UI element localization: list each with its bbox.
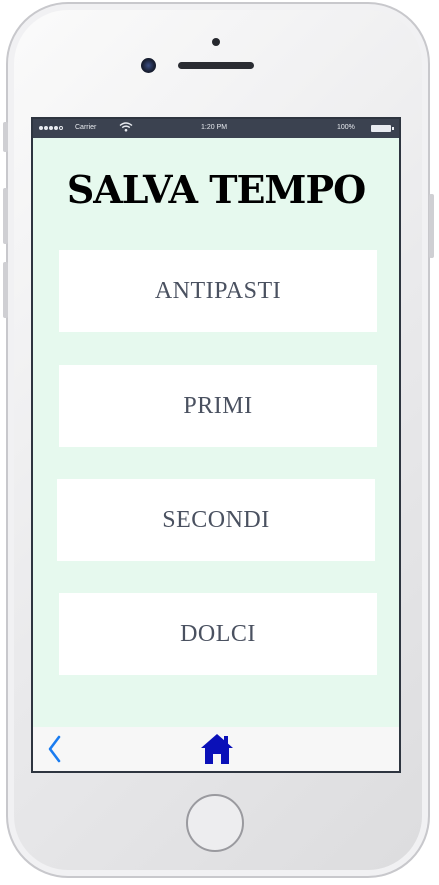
- proximity-sensor: [212, 38, 220, 46]
- primi-button[interactable]: PRIMI: [59, 365, 377, 447]
- battery-percentage: 100%: [337, 124, 355, 131]
- status-bar: Carrier 1:20 PM 100%: [33, 119, 399, 138]
- bottom-nav-bar: [33, 727, 399, 771]
- home-button[interactable]: [199, 731, 235, 767]
- signal-strength-icon: [39, 126, 63, 130]
- earpiece-speaker: [178, 62, 254, 69]
- antipasti-button[interactable]: ANTIPASTI: [59, 250, 377, 332]
- volume-down-button: [3, 262, 8, 318]
- hardware-home-button[interactable]: [186, 794, 244, 852]
- clock-time: 1:20 PM: [201, 124, 228, 131]
- dolci-button[interactable]: DOLCI: [59, 593, 377, 675]
- secondi-button[interactable]: SECONDI: [57, 479, 375, 561]
- mute-switch: [3, 122, 8, 152]
- battery-icon: [371, 125, 394, 132]
- front-camera: [141, 58, 156, 73]
- wifi-icon: [119, 122, 133, 135]
- volume-up-button: [3, 188, 8, 244]
- home-icon: [201, 734, 233, 764]
- power-button: [429, 194, 434, 258]
- app-title: SALVA TEMPO: [66, 167, 366, 212]
- chevron-left-icon: [48, 735, 61, 763]
- back-button[interactable]: [43, 733, 67, 765]
- app-screen: Carrier 1:20 PM 100% SALVA TEMPO ANTIPAS…: [31, 117, 401, 773]
- carrier-label: Carrier: [75, 124, 97, 131]
